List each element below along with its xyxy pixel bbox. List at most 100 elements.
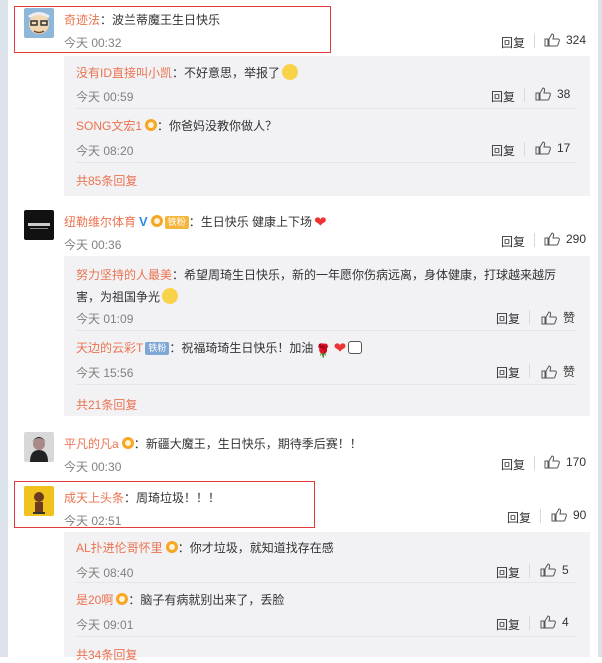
reply-button[interactable]: 回复 xyxy=(501,34,525,51)
reply-username[interactable]: SONG文宏1 xyxy=(76,119,142,133)
highlight-box xyxy=(14,481,315,528)
dark-portrait-avatar-icon xyxy=(24,432,54,462)
reply-username[interactable]: 没有ID直接叫小凯 xyxy=(76,66,172,80)
reply-list: 没有ID直接叫小凯：不好意思，举报了 今天 00:59 回复 38 SONG文宏… xyxy=(64,56,590,196)
like-label: 赞 xyxy=(563,365,576,379)
thumbs-up-icon xyxy=(541,364,557,378)
rose-emoji-icon: 🌹 xyxy=(315,343,332,358)
reply-button[interactable]: 回复 xyxy=(501,456,525,473)
reply-username[interactable]: AL扑进伦哥怀里 xyxy=(76,541,163,555)
like-count: 4 xyxy=(562,615,569,629)
reply-time: 今天 15:56 xyxy=(76,366,134,380)
like-count: 170 xyxy=(566,455,587,469)
reply-time: 今天 09:01 xyxy=(76,618,134,632)
like-count: 17 xyxy=(557,141,571,155)
like-button[interactable]: 170 xyxy=(544,455,586,469)
divider xyxy=(534,233,535,247)
like-button[interactable]: 赞 xyxy=(541,309,575,326)
thumbs-up-icon xyxy=(540,563,556,577)
reply-button[interactable]: 回复 xyxy=(496,310,520,327)
highlight-box xyxy=(14,6,331,53)
thumbs-up-icon xyxy=(551,508,567,522)
avatar[interactable] xyxy=(24,432,54,462)
like-button[interactable]: 38 xyxy=(535,87,570,101)
vip-badge-icon xyxy=(165,541,178,553)
reply-time: 今天 08:40 xyxy=(76,566,134,580)
avatar[interactable] xyxy=(24,210,54,240)
more-replies-link[interactable]: 共34条回复 xyxy=(76,646,137,663)
like-button[interactable]: 赞 xyxy=(541,363,575,380)
divider xyxy=(76,330,576,331)
reply-button[interactable]: 回复 xyxy=(496,364,520,381)
fan-badge: 铁粉 xyxy=(164,216,189,229)
comment-time: 今天 00:36 xyxy=(64,238,122,252)
reply-username[interactable]: 是20啊 xyxy=(76,593,113,607)
like-label: 赞 xyxy=(563,311,576,325)
divider xyxy=(529,310,530,324)
reply-text: AL扑进伦哥怀里 ：你才垃圾，就知道找存在感 xyxy=(76,541,334,555)
like-count: 290 xyxy=(566,232,587,246)
like-button[interactable]: 4 xyxy=(540,615,569,629)
kiss-emoji-icon xyxy=(162,288,179,304)
more-replies-link[interactable]: 共85条回复 xyxy=(76,172,137,189)
like-button[interactable]: 290 xyxy=(544,232,586,246)
thumbs-up-icon xyxy=(535,141,551,155)
reply-item: 没有ID直接叫小凯：不好意思，举报了 今天 00:59 回复 38 xyxy=(76,64,586,104)
divider xyxy=(529,364,530,378)
thumbs-up-icon xyxy=(544,455,560,469)
thumbs-up-icon xyxy=(535,87,551,101)
divider xyxy=(534,456,535,470)
thumbs-up-icon xyxy=(544,33,560,47)
reply-text: 是20啊 ：脑子有病就别出来了，丢脸 xyxy=(76,593,285,607)
reply-button[interactable]: 回复 xyxy=(491,142,515,159)
comment-username[interactable]: 平凡的凡a xyxy=(64,437,119,451)
comment-time: 今天 00:30 xyxy=(64,460,122,474)
like-count: 324 xyxy=(566,33,587,47)
divider xyxy=(76,108,576,109)
reply-button[interactable]: 回复 xyxy=(496,616,520,633)
reply-text: 天边的云彩T 铁粉 ：祝福琦琦生日快乐！加油 🌹 ❤ xyxy=(76,340,586,359)
divider xyxy=(534,34,535,48)
vip-badge-icon xyxy=(116,593,129,605)
comment-username[interactable]: 纽勒维尔体育 xyxy=(64,215,136,229)
left-scroll-gutter xyxy=(0,0,8,657)
smile-emoji-icon xyxy=(282,64,299,80)
reply-list: AL扑进伦哥怀里 ：你才垃圾，就知道找存在感 今天 08:40 回复 5 是20啊… xyxy=(64,532,590,662)
reply-list: 努力坚持的人最美：希望周琦生日快乐，新的一年愿你伤病远离，身体健康，打球越来越厉… xyxy=(64,256,590,416)
reply-text: SONG文宏1 ：你爸妈没教你做人？ xyxy=(76,119,278,133)
divider xyxy=(76,582,576,583)
more-replies-link[interactable]: 共21条回复 xyxy=(76,396,137,413)
divider xyxy=(524,88,525,102)
like-button[interactable]: 324 xyxy=(544,33,586,47)
divider xyxy=(529,564,530,578)
black-logo-avatar-icon xyxy=(24,210,54,240)
reply-button[interactable]: 回复 xyxy=(501,233,525,250)
like-button[interactable]: 17 xyxy=(535,141,570,155)
like-button[interactable]: 90 xyxy=(551,508,586,522)
reply-item: AL扑进伦哥怀里 ：你才垃圾，就知道找存在感 今天 08:40 回复 5 xyxy=(76,540,586,580)
vip-badge-icon xyxy=(145,119,158,131)
reply-time: 今天 08:20 xyxy=(76,144,134,158)
like-count: 38 xyxy=(557,87,571,101)
like-button[interactable]: 5 xyxy=(540,563,569,577)
reply-item: SONG文宏1 ：你爸妈没教你做人？ 今天 08:20 回复 17 xyxy=(76,118,586,158)
reply-button[interactable]: 回复 xyxy=(507,509,531,526)
right-scroll-gutter xyxy=(598,0,602,657)
fan-badge: 铁粉 xyxy=(145,342,170,355)
reply-button[interactable]: 回复 xyxy=(491,88,515,105)
heart-emoji-icon: ❤ xyxy=(333,340,347,357)
thumbs-up-icon xyxy=(544,232,560,246)
reply-button[interactable]: 回复 xyxy=(496,564,520,581)
reply-time: 今天 01:09 xyxy=(76,312,134,326)
verified-v-icon: V xyxy=(139,214,148,229)
reply-username[interactable]: 天边的云彩T xyxy=(76,341,143,355)
reply-text: 努力坚持的人最美：希望周琦生日快乐，新的一年愿你伤病远离，身体健康，打球越来越厉… xyxy=(76,268,557,304)
reply-username[interactable]: 努力坚持的人最美 xyxy=(76,268,172,282)
comment-item: 平凡的凡a ：新疆大魔王，生日快乐，期待季后赛！！ 今天 00:30 回复 170 xyxy=(24,428,590,474)
comment-text: 平凡的凡a ：新疆大魔王，生日快乐，期待季后赛！！ xyxy=(64,437,362,451)
like-count: 5 xyxy=(562,563,569,577)
reply-item: 天边的云彩T 铁粉 ：祝福琦琦生日快乐！加油 🌹 ❤ 今天 15:56 回复 赞 xyxy=(76,340,586,381)
reply-item: 是20啊 ：脑子有病就别出来了，丢脸 今天 09:01 回复 4 xyxy=(76,592,586,632)
heart-emoji-icon: ❤ xyxy=(314,214,327,231)
divider xyxy=(524,142,525,156)
